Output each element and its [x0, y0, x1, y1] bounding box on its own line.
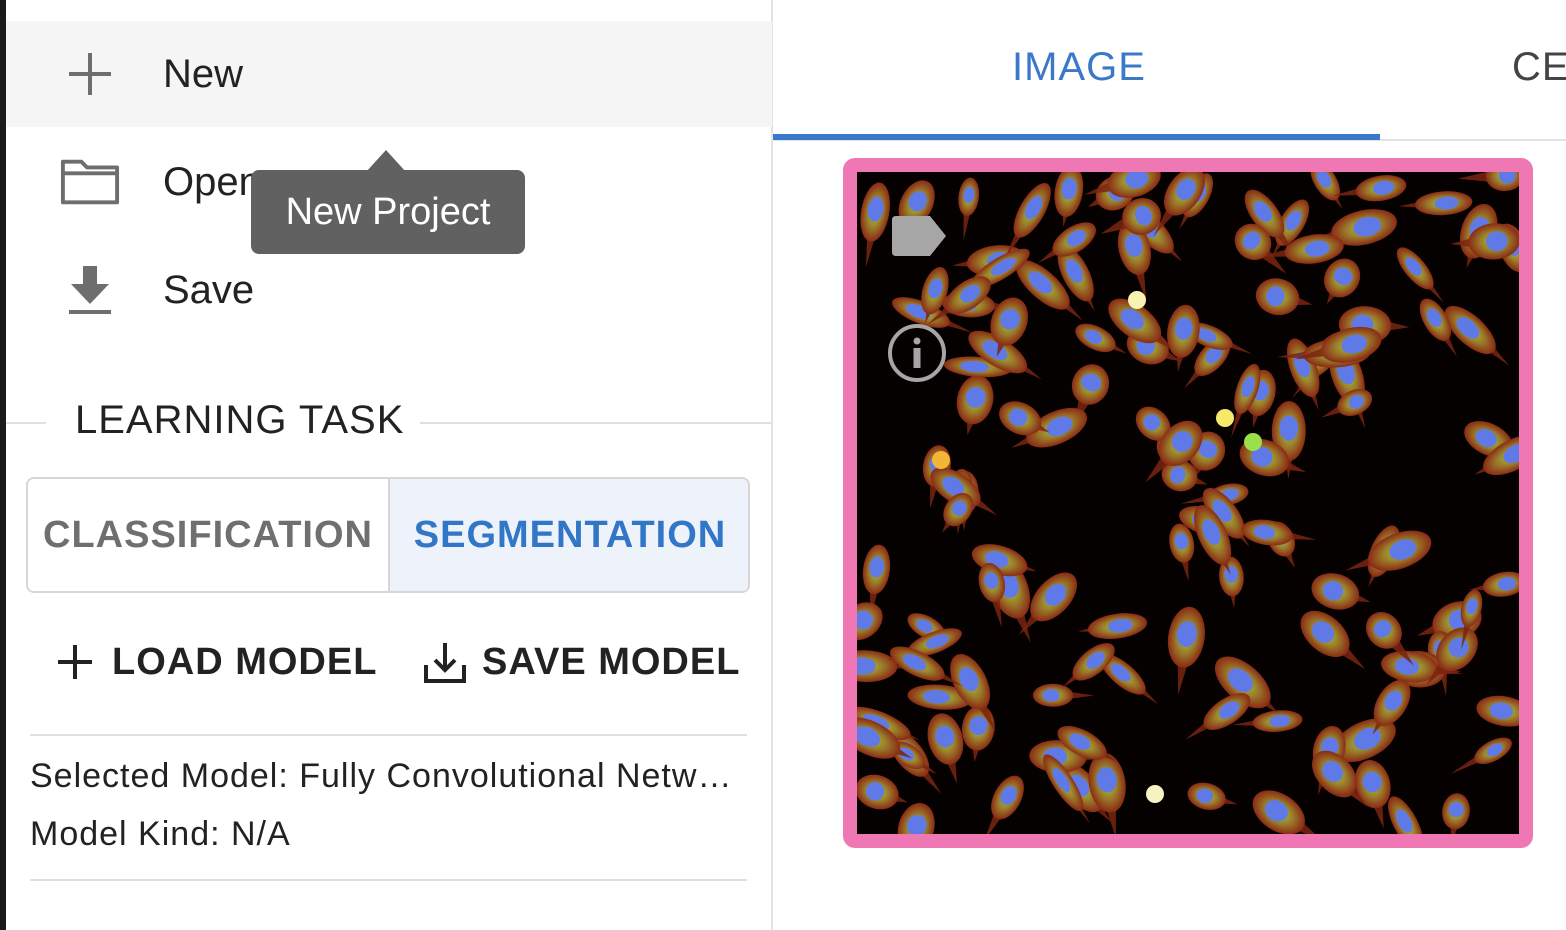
save-model-button[interactable]: SAVE MODEL [422, 632, 740, 692]
model-info-divider [30, 879, 747, 881]
image-thumbnail[interactable] [843, 158, 1533, 848]
model-kind-text: Model Kind: N/A [30, 815, 291, 853]
plus-icon [52, 639, 98, 685]
classification-toggle[interactable]: CLASSIFICATION [28, 479, 390, 591]
menu-item-label: New [163, 51, 244, 96]
save-model-label: SAVE MODEL [482, 640, 741, 683]
active-tab-indicator [773, 134, 1380, 140]
segmentation-toggle[interactable]: SEGMENTATION [390, 479, 748, 591]
load-model-label: LOAD MODEL [112, 640, 378, 683]
microscopy-image [857, 172, 1519, 834]
tab-categories[interactable]: CE [1512, 30, 1566, 104]
label-tag-icon[interactable] [890, 214, 948, 263]
tab-image[interactable]: IMAGE [1012, 30, 1146, 104]
load-model-button[interactable]: LOAD MODEL [52, 632, 377, 692]
info-icon[interactable] [887, 323, 947, 388]
plus-icon [60, 44, 120, 104]
tooltip-arrow [366, 150, 406, 172]
menu-item-label: Open [163, 159, 261, 204]
menu-item-label: Save [163, 267, 255, 312]
section-title: LEARNING TASK [75, 398, 405, 442]
download-icon [60, 260, 120, 320]
folder-icon [60, 152, 120, 212]
learning-task-toggle: CLASSIFICATION SEGMENTATION [26, 477, 750, 593]
download-tray-icon [422, 639, 468, 685]
selected-model-text: Selected Model: Fully Convolutional Netw… [30, 757, 740, 795]
menu-item-new[interactable]: New [6, 21, 772, 127]
tooltip: New Project [251, 170, 525, 254]
section-divider [6, 422, 46, 424]
section-divider [420, 422, 772, 424]
model-info-divider [30, 734, 747, 736]
